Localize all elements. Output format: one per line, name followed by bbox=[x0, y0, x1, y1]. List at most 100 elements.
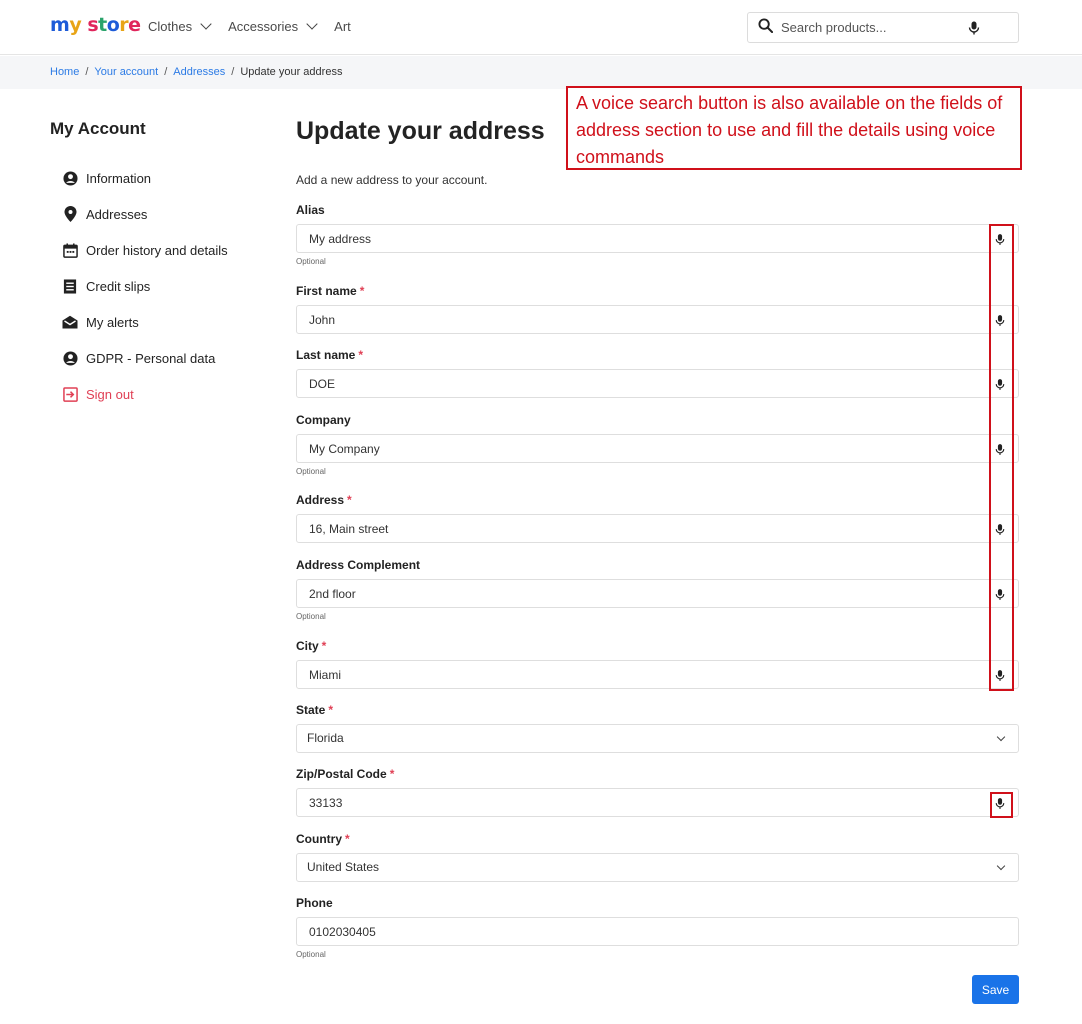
page-title: Update your address bbox=[296, 117, 545, 145]
breadcrumb-home[interactable]: Home bbox=[50, 66, 79, 78]
lastname-input[interactable] bbox=[297, 370, 1018, 397]
zip-input[interactable] bbox=[297, 789, 1018, 816]
nav-item-clothes[interactable]: Clothes bbox=[148, 18, 212, 34]
field-address-complement: Address Complement Optional bbox=[296, 558, 1019, 621]
breadcrumb-addresses[interactable]: Addresses bbox=[173, 66, 225, 78]
field-company: Company Optional bbox=[296, 413, 1019, 476]
annotation-callout: A voice search button is also available … bbox=[566, 86, 1022, 170]
breadcrumb-separator: / bbox=[85, 66, 89, 78]
microphone-icon[interactable] bbox=[968, 21, 980, 40]
required-mark: * bbox=[347, 493, 352, 507]
alias-input-wrap bbox=[296, 224, 1019, 253]
field-label: City * bbox=[296, 639, 327, 653]
account-menu: Information Addresses Order history and … bbox=[62, 160, 228, 412]
sidebar-item-addresses[interactable]: Addresses bbox=[62, 196, 228, 232]
annotation-highlight-zip-mic bbox=[990, 792, 1013, 818]
sidebar-item-gdpr[interactable]: GDPR - Personal data bbox=[62, 340, 228, 376]
state-select[interactable]: Florida bbox=[296, 724, 1019, 753]
required-mark: * bbox=[328, 703, 334, 717]
breadcrumb: Home / Your account / Addresses / Update… bbox=[50, 66, 342, 78]
firstname-input[interactable] bbox=[297, 306, 1018, 333]
store-logo[interactable]: my store bbox=[50, 14, 141, 36]
field-lastname: Last name * bbox=[296, 348, 1019, 398]
field-label: Address Complement bbox=[296, 558, 421, 572]
required-mark: * bbox=[321, 639, 327, 653]
sidebar-item-information[interactable]: Information bbox=[62, 160, 228, 196]
breadcrumb-bar: Home / Your account / Addresses / Update… bbox=[0, 56, 1082, 89]
site-header: my store Clothes Accessories Art bbox=[0, 0, 1082, 55]
field-label: Zip/Postal Code * bbox=[296, 767, 395, 781]
zip-input-wrap bbox=[296, 788, 1019, 817]
field-label: Address * bbox=[296, 493, 352, 507]
field-zip: Zip/Postal Code * bbox=[296, 767, 1019, 817]
main-nav: Clothes Accessories Art bbox=[148, 18, 351, 34]
nav-label: Art bbox=[334, 19, 351, 34]
nav-label: Clothes bbox=[148, 19, 193, 34]
field-state: State * Florida bbox=[296, 703, 1019, 753]
chevron-down-icon bbox=[200, 18, 212, 30]
company-input[interactable] bbox=[297, 435, 1018, 462]
search-icon[interactable] bbox=[758, 17, 774, 38]
address-input-wrap bbox=[296, 514, 1019, 543]
city-input[interactable] bbox=[297, 661, 1018, 688]
optional-hint: Optional bbox=[296, 467, 326, 476]
company-input-wrap bbox=[296, 434, 1019, 463]
sidebar-item-sign-out[interactable]: Sign out bbox=[62, 376, 228, 412]
sidebar-item-label: Addresses bbox=[86, 206, 148, 222]
field-city: City * bbox=[296, 639, 1019, 689]
user-circle-icon bbox=[62, 170, 78, 186]
calendar-icon bbox=[62, 242, 78, 258]
sidebar-title: My Account bbox=[50, 119, 146, 138]
sidebar-item-label: GDPR - Personal data bbox=[86, 350, 216, 366]
sidebar-item-label: My alerts bbox=[86, 314, 139, 330]
field-label: Country * bbox=[296, 832, 350, 846]
required-mark: * bbox=[358, 348, 364, 362]
nav-label: Accessories bbox=[228, 19, 299, 34]
firstname-input-wrap bbox=[296, 305, 1019, 334]
optional-hint: Optional bbox=[296, 950, 326, 959]
field-label: Alias bbox=[296, 203, 325, 217]
breadcrumb-separator: / bbox=[164, 66, 168, 78]
required-mark: * bbox=[389, 767, 395, 781]
receipt-icon bbox=[62, 278, 78, 294]
optional-hint: Optional bbox=[296, 612, 326, 621]
search-input[interactable] bbox=[781, 20, 961, 35]
phone-input[interactable] bbox=[297, 918, 1018, 945]
field-phone: Phone Optional bbox=[296, 896, 1019, 959]
sidebar-item-label: Sign out bbox=[86, 386, 134, 402]
country-select-value: United States bbox=[307, 860, 380, 874]
sidebar-item-label: Information bbox=[86, 170, 152, 186]
chevron-down-icon bbox=[996, 861, 1006, 871]
field-firstname: First name * bbox=[296, 284, 1019, 334]
phone-input-wrap bbox=[296, 917, 1019, 946]
sidebar-item-order-history[interactable]: Order history and details bbox=[62, 232, 228, 268]
field-label: Company bbox=[296, 413, 351, 427]
field-label: First name * bbox=[296, 284, 365, 298]
country-select[interactable]: United States bbox=[296, 853, 1019, 882]
address-input[interactable] bbox=[297, 515, 1018, 542]
nav-item-art[interactable]: Art bbox=[334, 19, 351, 34]
breadcrumb-account[interactable]: Your account bbox=[94, 66, 158, 78]
mail-open-icon bbox=[62, 314, 78, 330]
sidebar-item-label: Order history and details bbox=[86, 242, 228, 258]
required-mark: * bbox=[359, 284, 365, 298]
field-address: Address * bbox=[296, 493, 1019, 543]
sidebar-item-my-alerts[interactable]: My alerts bbox=[62, 304, 228, 340]
field-country: Country * United States bbox=[296, 832, 1019, 882]
save-button[interactable]: Save bbox=[972, 975, 1019, 1004]
address2-input-wrap bbox=[296, 579, 1019, 608]
breadcrumb-separator: / bbox=[231, 66, 235, 78]
city-input-wrap bbox=[296, 660, 1019, 689]
chevron-down-icon bbox=[306, 18, 318, 30]
sidebar-item-credit-slips[interactable]: Credit slips bbox=[62, 268, 228, 304]
annotation-highlight-mic-column bbox=[989, 224, 1014, 691]
map-pin-icon bbox=[62, 206, 78, 222]
nav-item-accessories[interactable]: Accessories bbox=[228, 18, 318, 34]
sign-out-icon bbox=[62, 386, 78, 402]
state-select-value: Florida bbox=[307, 731, 344, 745]
address-complement-input[interactable] bbox=[297, 580, 1018, 607]
alias-input[interactable] bbox=[297, 225, 1018, 252]
breadcrumb-current: Update your address bbox=[240, 66, 343, 78]
field-label: State * bbox=[296, 703, 334, 717]
optional-hint: Optional bbox=[296, 257, 326, 266]
